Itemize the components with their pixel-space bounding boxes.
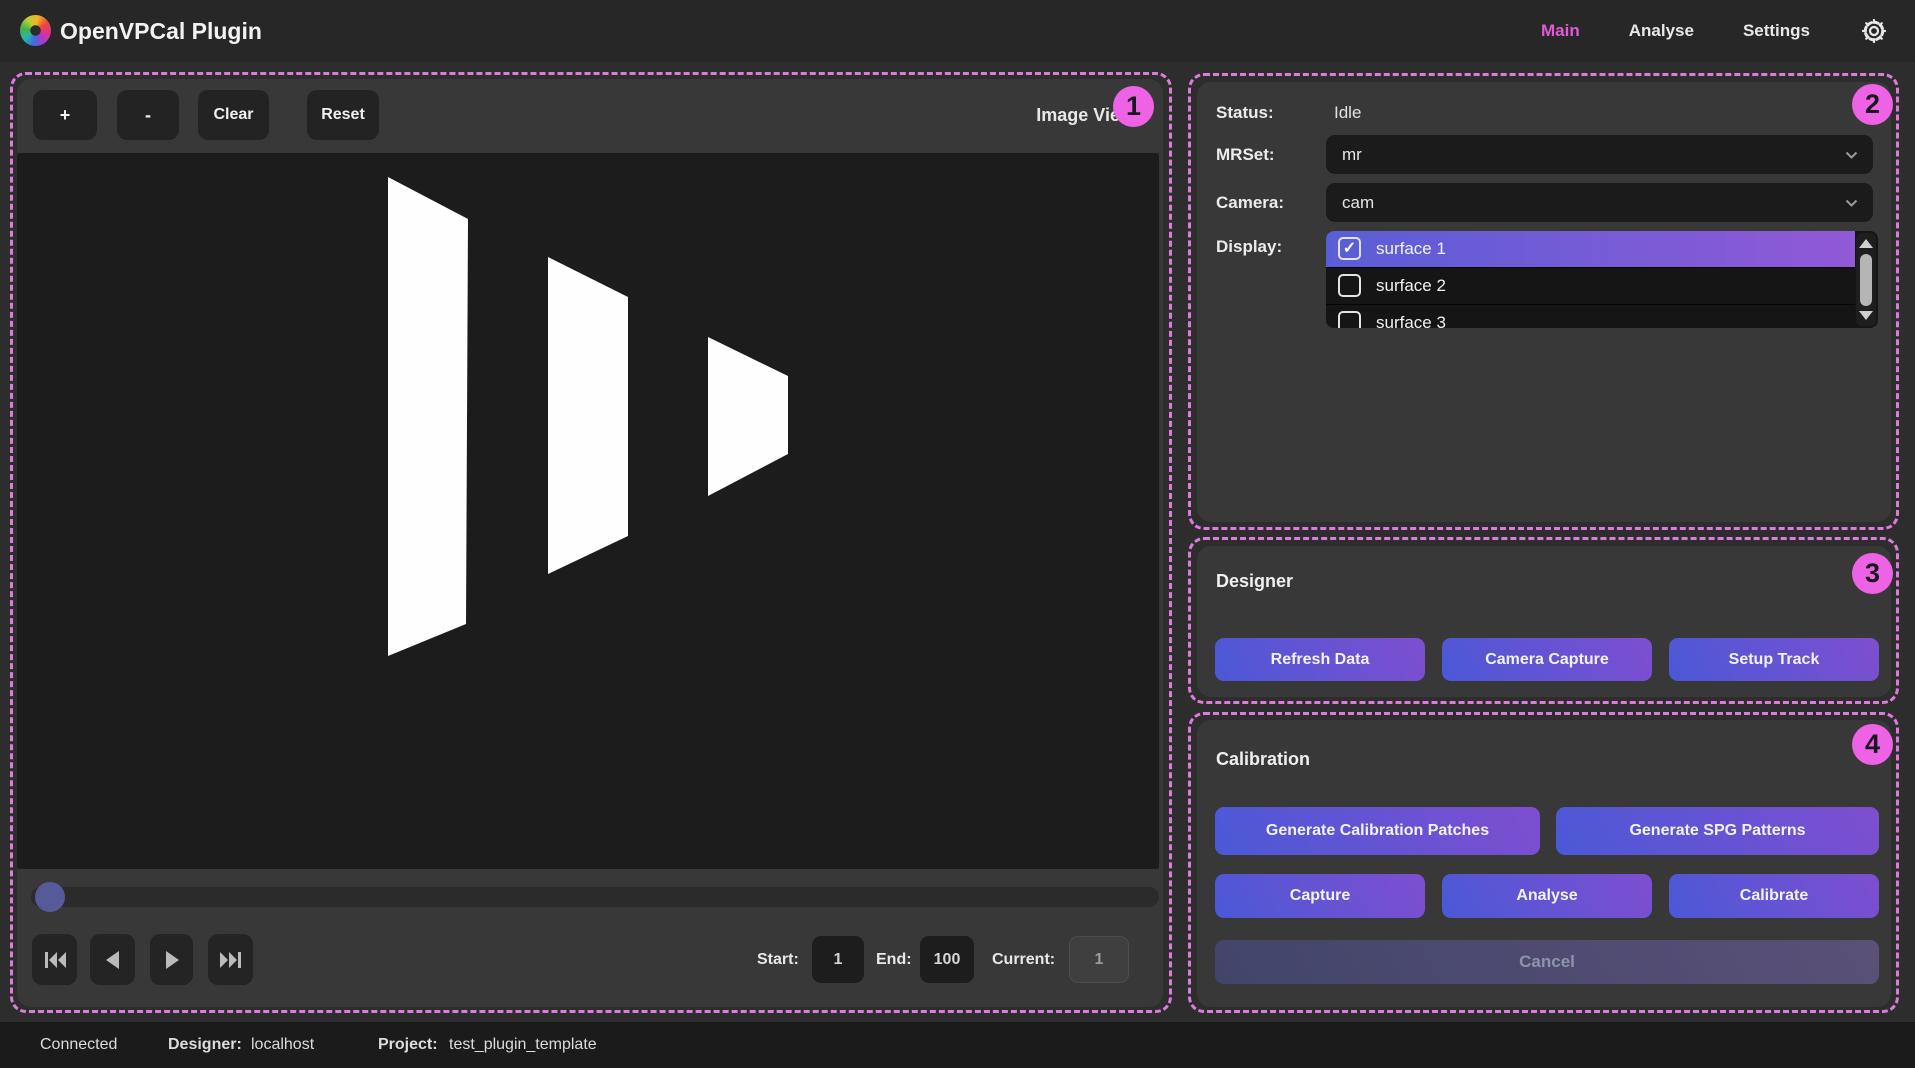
display-label: Display: <box>1216 237 1282 257</box>
timeline-slider-track[interactable] <box>31 887 1159 907</box>
step-back-icon <box>99 947 127 973</box>
skip-to-end-button[interactable] <box>208 934 253 985</box>
checkbox-unchecked-icon[interactable] <box>1338 311 1361 328</box>
play-button[interactable] <box>150 934 193 985</box>
end-frame-label: End: <box>876 934 912 985</box>
checkbox-unchecked-icon[interactable] <box>1338 274 1361 297</box>
viewport-canvas[interactable] <box>17 153 1159 869</box>
top-bar: OpenVPCal Plugin Main Analyse Settings <box>0 0 1915 62</box>
openvpcal-plugin-window: OpenVPCal Plugin Main Analyse Settings 1… <box>0 0 1915 1068</box>
zoom-in-button[interactable]: + <box>33 90 97 140</box>
mrset-value: mr <box>1342 135 1362 174</box>
connection-status: Connected <box>40 1022 117 1068</box>
status-label: Status: <box>1216 103 1274 123</box>
step-back-button[interactable] <box>90 934 135 985</box>
camera-capture-button[interactable]: Camera Capture <box>1442 638 1652 681</box>
play-icon <box>158 947 186 973</box>
openvpcal-logo-icon <box>20 15 51 46</box>
skip-to-end-icon <box>217 948 245 972</box>
viewport-shapes <box>17 153 1159 869</box>
skip-to-start-button[interactable] <box>32 934 77 985</box>
zoom-out-button[interactable]: - <box>117 90 179 140</box>
annotation-badge-3: 3 <box>1852 553 1893 594</box>
calibration-panel: Calibration Generate Calibration Patches… <box>1197 720 1891 1007</box>
camera-dropdown[interactable]: cam <box>1326 183 1873 222</box>
mrset-label: MRSet: <box>1216 145 1275 165</box>
start-frame-label: Start: <box>757 934 799 985</box>
annotation-badge-4: 4 <box>1852 724 1893 765</box>
scrollbar-thumb[interactable] <box>1860 254 1872 306</box>
capture-button[interactable]: Capture <box>1215 874 1425 918</box>
chevron-down-icon <box>1845 199 1858 208</box>
generate-calibration-patches-button[interactable]: Generate Calibration Patches <box>1215 807 1540 855</box>
checkbox-checked-icon[interactable]: ✓ <box>1338 237 1361 260</box>
surface-label: surface 1 <box>1376 231 1446 268</box>
control-panel: Status: Idle MRSet: mr Camera: cam Displ… <box>1197 82 1891 522</box>
scroll-up-icon[interactable] <box>1859 239 1873 248</box>
clear-button[interactable]: Clear <box>198 90 269 140</box>
setup-track-button[interactable]: Setup Track <box>1669 638 1879 681</box>
display-surface-list: ✓ surface 1 surface 2 surface 3 <box>1326 231 1878 328</box>
cancel-button: Cancel <box>1215 940 1879 984</box>
nav-tab-main[interactable]: Main <box>1541 21 1580 41</box>
calibration-title: Calibration <box>1216 749 1310 770</box>
scroll-down-icon[interactable] <box>1859 311 1873 320</box>
designer-host-label: Designer: <box>168 1022 242 1068</box>
main-nav: Main Analyse Settings <box>1541 0 1889 62</box>
generate-spg-patterns-button[interactable]: Generate SPG Patterns <box>1556 807 1879 855</box>
current-frame-input <box>1069 936 1129 983</box>
surface-label: surface 3 <box>1376 305 1446 328</box>
status-value: Idle <box>1334 103 1361 123</box>
surface-label: surface 2 <box>1376 268 1446 305</box>
current-frame-label: Current: <box>992 934 1055 985</box>
project-label: Project: <box>378 1022 438 1068</box>
refresh-data-button[interactable]: Refresh Data <box>1215 638 1425 681</box>
nav-tab-analyse[interactable]: Analyse <box>1629 21 1694 41</box>
designer-host-value: localhost <box>251 1022 314 1068</box>
start-frame-input[interactable] <box>812 936 864 983</box>
designer-panel: Designer Refresh Data Camera Capture Set… <box>1197 546 1891 697</box>
surface-rows: ✓ surface 1 surface 2 surface 3 <box>1326 231 1855 328</box>
analyse-button[interactable]: Analyse <box>1442 874 1652 918</box>
camera-value: cam <box>1342 183 1374 222</box>
chevron-down-icon <box>1845 151 1858 160</box>
reset-button[interactable]: Reset <box>307 90 379 140</box>
camera-label: Camera: <box>1216 193 1284 213</box>
surface-list-item[interactable]: surface 3 <box>1326 305 1855 328</box>
mrset-dropdown[interactable]: mr <box>1326 135 1873 174</box>
calibrate-button[interactable]: Calibrate <box>1669 874 1879 918</box>
project-value: test_plugin_template <box>449 1022 597 1068</box>
status-bar: Connected Designer: localhost Project: t… <box>0 1022 1915 1068</box>
gear-icon[interactable] <box>1859 16 1889 46</box>
surface-list-item[interactable]: ✓ surface 1 <box>1326 231 1855 268</box>
surface-list-item[interactable]: surface 2 <box>1326 268 1855 305</box>
designer-title: Designer <box>1216 571 1293 592</box>
end-frame-input[interactable] <box>920 936 974 983</box>
timeline-slider-handle[interactable] <box>35 882 65 912</box>
annotation-badge-2: 2 <box>1852 84 1893 125</box>
nav-tab-settings[interactable]: Settings <box>1743 21 1810 41</box>
image-viewer-panel: + - Clear Reset Image Viewer <box>17 79 1163 1007</box>
annotation-badge-1: 1 <box>1113 86 1154 127</box>
app-title: OpenVPCal Plugin <box>60 0 262 62</box>
skip-to-start-icon <box>41 948 69 972</box>
list-scrollbar[interactable] <box>1856 233 1876 326</box>
